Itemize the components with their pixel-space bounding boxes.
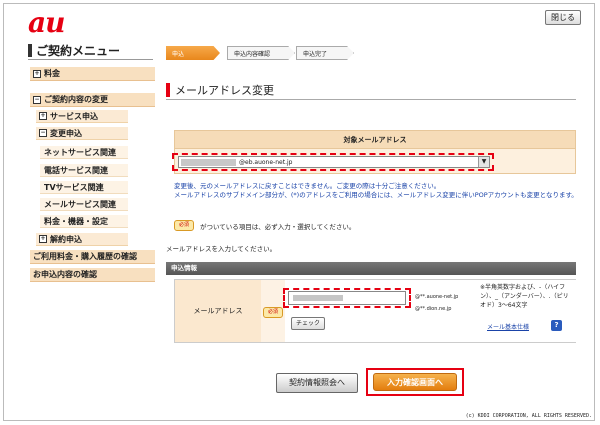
notice-line: 変更後、元のメールアドレスに戻すことはできません。ご変更の際は十分ご注意ください… <box>174 182 441 190</box>
target-email-header: 対象メールアドレス <box>174 130 576 149</box>
check-button[interactable]: チェック <box>291 317 325 330</box>
sidebar-item-label: 料金 <box>44 69 60 78</box>
title-bar-marker <box>28 44 32 57</box>
input-hint: ※半角英数字および、-（ハイフン）、_（アンダーバー）、.（ピリオド）3〜64文… <box>480 284 569 309</box>
sidebar-item-label: ご契約内容の変更 <box>44 95 108 104</box>
sidebar-item-label: サービス申込 <box>50 111 98 121</box>
sidebar-item-phone-service[interactable]: 電話サービス関連 <box>40 164 128 177</box>
sidebar-item-cancel-apply[interactable]: + 解約申込 <box>36 233 128 246</box>
notice-line: メールアドレスのサブドメイン部分が、(*)のアドレスをご利用の場合には、メールア… <box>174 191 578 199</box>
required-note: 必須 がついている項目は、必ず入力・選択してください。 <box>174 220 355 231</box>
page-frame <box>3 3 595 421</box>
collapse-toggle-icon: − <box>39 129 47 137</box>
sidebar-item-fees[interactable]: + 料金 <box>30 67 155 81</box>
help-icon[interactable]: ? <box>551 320 562 331</box>
sidebar-item-order-confirm[interactable]: お申込内容の確認 <box>30 268 155 282</box>
title-bar-marker <box>166 83 170 97</box>
section-header: 申込情報 <box>166 262 576 275</box>
domain-dion[interactable]: @**.dion.ne.jp <box>415 303 458 315</box>
title-divider <box>166 99 576 100</box>
required-badge: 必須 <box>174 220 194 231</box>
expand-toggle-icon: + <box>33 69 41 78</box>
close-button[interactable]: 閉じる <box>545 10 581 25</box>
highlight-box-input <box>283 288 411 308</box>
expand-toggle-icon: + <box>39 235 47 243</box>
sidebar-item-label: 解約申込 <box>50 234 82 244</box>
page-title-text: メールアドレス変更 <box>175 84 274 97</box>
sidebar-title-text: ご契約メニュー <box>36 44 121 58</box>
back-to-contract-button[interactable]: 契約情報照会へ <box>276 373 358 393</box>
sidebar-item-change-apply[interactable]: − 変更申込 <box>36 127 128 140</box>
sidebar-item-contract-change[interactable]: − ご契約内容の変更 <box>30 93 155 107</box>
sidebar-item-fee-device-settings[interactable]: 料金・機器・設定 <box>40 215 128 228</box>
domain-auone[interactable]: @**.auone-net.jp <box>415 291 458 303</box>
sidebar-item-tv-service[interactable]: TVサービス関連 <box>40 181 128 194</box>
step-apply: 申込 <box>166 46 220 60</box>
email-form-row: メールアドレス 必須 @**.auone-net.jp @**.dion.ne.… <box>174 279 577 343</box>
sidebar-item-net-service[interactable]: ネットサービス関連 <box>40 146 128 159</box>
collapse-toggle-icon: − <box>33 95 41 104</box>
required-badge: 必須 <box>263 307 283 318</box>
required-cell: 必須 <box>261 280 285 342</box>
sidebar-item-label: 変更申込 <box>50 128 82 138</box>
instruction-text: メールアドレスを入力してください。 <box>166 245 277 253</box>
sidebar-divider <box>28 59 153 60</box>
sidebar-item-service-apply[interactable]: + サービス申込 <box>36 110 128 123</box>
mail-spec-link[interactable]: メール基本仕様 <box>487 322 529 331</box>
copyright: (c) KDDI CORPORATION, ALL RIGHTS RESERVE… <box>465 413 592 419</box>
page-title: メールアドレス変更 <box>166 82 274 98</box>
au-logo: au <box>28 6 65 39</box>
sidebar-item-usage-history[interactable]: ご利用料金・購入履歴の確認 <box>30 250 155 264</box>
change-notice: 変更後、元のメールアドレスに戻すことはできません。ご変更の際は十分ご注意ください… <box>174 182 578 200</box>
step-complete: 申込完了 <box>296 46 354 60</box>
email-label: メールアドレス <box>175 280 261 342</box>
highlight-box-next <box>366 368 464 396</box>
expand-toggle-icon: + <box>39 112 47 120</box>
step-confirm: 申込内容確認 <box>227 46 295 60</box>
sidebar-title: ご契約メニュー <box>28 42 120 59</box>
sidebar-item-mail-service[interactable]: メールサービス関連 <box>40 198 128 211</box>
highlight-box-select <box>172 153 494 171</box>
domain-options: @**.auone-net.jp @**.dion.ne.jp <box>415 291 458 315</box>
required-note-text: がついている項目は、必ず入力・選択してください。 <box>200 222 356 231</box>
